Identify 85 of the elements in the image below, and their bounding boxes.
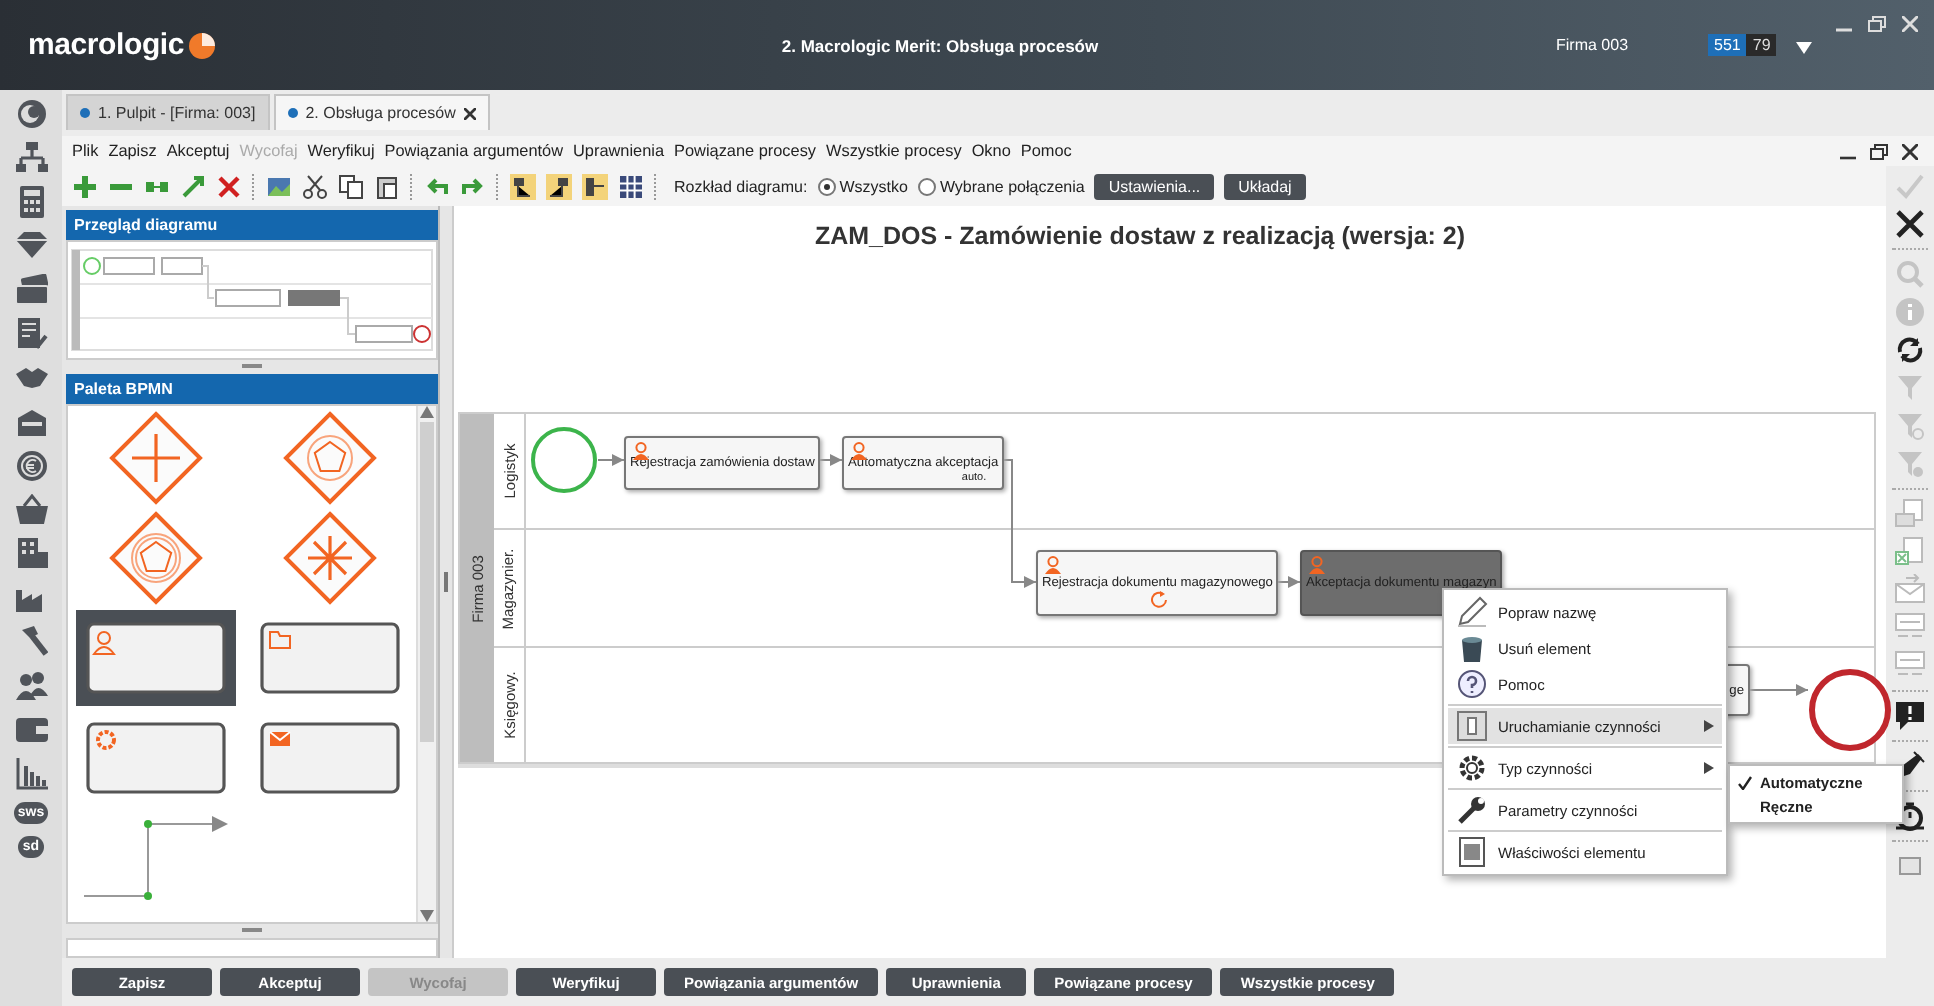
user-icon <box>632 442 650 460</box>
toolbar-button[interactable]: Układaj <box>1224 173 1306 199</box>
scroll-down-icon[interactable] <box>420 910 434 922</box>
comment-icon[interactable] <box>1894 700 1926 732</box>
menu-item[interactable]: Powiązania argumentów <box>384 142 563 160</box>
radio-label[interactable]: Wybrane połączenia <box>939 177 1085 195</box>
gem-icon[interactable] <box>15 230 47 262</box>
building-icon[interactable] <box>15 406 47 438</box>
cut-icon[interactable] <box>302 173 328 199</box>
layout-icon[interactable] <box>510 173 536 199</box>
properties-icon <box>1456 836 1488 868</box>
menu-item[interactable]: Plik <box>72 142 99 160</box>
switch-icon <box>1456 710 1488 742</box>
menu-item[interactable]: Okno <box>971 142 1011 160</box>
connector-arrow[interactable] <box>1749 684 1809 696</box>
counter-badge: 551 <box>1708 34 1747 56</box>
toolbar-button[interactable]: Ustawienia... <box>1094 173 1215 199</box>
org-chart-icon[interactable] <box>15 142 47 174</box>
start-event[interactable] <box>530 426 598 494</box>
restore-icon[interactable] <box>1870 143 1888 159</box>
panel-header: Paleta BPMN <box>66 374 438 404</box>
wallet-icon[interactable] <box>15 714 47 746</box>
connector-arrow[interactable] <box>597 454 625 466</box>
radio-button[interactable] <box>917 177 936 195</box>
stopwatch-icon[interactable] <box>1894 800 1926 832</box>
window-title: 2. Macrologic Merit: Obsługa procesów <box>779 35 1101 55</box>
menu-item[interactable]: Wszystkie procesy <box>826 142 962 160</box>
refresh-icon[interactable] <box>1894 334 1926 366</box>
user-icon <box>850 442 868 460</box>
tab[interactable]: 2. Obsługa procesów <box>273 94 490 130</box>
delete-icon[interactable] <box>216 173 242 199</box>
layout-icon[interactable] <box>582 173 608 199</box>
connector-arrow[interactable] <box>1273 576 1301 588</box>
radio-label[interactable]: Wszystko <box>839 177 908 195</box>
menu-item[interactable]: Powiązane procesy <box>674 142 817 160</box>
redo-icon[interactable] <box>460 173 486 199</box>
undo-icon[interactable] <box>424 173 450 199</box>
coin-icon[interactable] <box>15 450 47 482</box>
diagram-title: ZAM_DOS - Zamówienie dostaw z realizacją (wersja: 2) <box>812 222 1468 250</box>
menu-item[interactable]: Uprawnienia <box>573 142 665 160</box>
menu-item[interactable]: Weryfikuj <box>307 142 375 160</box>
building-grid-icon[interactable] <box>15 538 47 570</box>
calculator-icon[interactable] <box>15 186 47 218</box>
target-icon[interactable] <box>15 98 47 130</box>
restore-icon[interactable] <box>1868 16 1886 32</box>
bar-chart-icon[interactable] <box>15 758 47 790</box>
counter-badge: 79 <box>1746 34 1777 56</box>
radio-button[interactable] <box>817 177 836 195</box>
people-icon[interactable] <box>15 670 47 702</box>
gear-icon <box>1456 752 1488 784</box>
wrench-icon <box>1456 794 1488 826</box>
check-icon[interactable] <box>1894 170 1926 202</box>
menu-item[interactable]: Pomoc <box>1020 142 1072 160</box>
logo-icon <box>188 31 217 59</box>
scrollbar-thumb[interactable] <box>420 422 434 742</box>
layout-label: Rozkład diagramu: <box>674 177 808 195</box>
trash-icon <box>1456 632 1488 664</box>
panel-header: Przegląd diagramu <box>66 210 438 240</box>
submenu-arrow-icon <box>1704 762 1714 774</box>
end-event[interactable] <box>1808 668 1892 752</box>
user-icon <box>1308 556 1326 574</box>
cards-icon[interactable] <box>15 274 47 306</box>
layout-icon[interactable] <box>546 173 572 199</box>
menu-item[interactable]: Akceptuj <box>166 142 230 160</box>
grid-icon[interactable] <box>618 173 644 199</box>
checklist-icon[interactable] <box>15 318 47 350</box>
connector-arrow[interactable] <box>1001 459 1037 588</box>
dropdown-icon[interactable] <box>1796 41 1813 53</box>
close-icon[interactable] <box>1902 143 1918 159</box>
copy-icon[interactable] <box>338 173 364 199</box>
close-icon[interactable] <box>1894 208 1926 240</box>
paste-icon[interactable] <box>374 173 400 199</box>
pencil-icon <box>1456 596 1488 628</box>
close-icon[interactable] <box>463 107 476 119</box>
expand-icon[interactable] <box>180 173 206 199</box>
basket-icon[interactable] <box>15 494 47 526</box>
user-icon <box>1044 556 1062 574</box>
submenu-arrow-icon <box>1704 720 1714 732</box>
add-icon[interactable] <box>72 173 98 199</box>
help-icon <box>1456 668 1488 700</box>
logo-text: macrologic <box>28 28 185 62</box>
company-label: Firma 003 <box>1556 36 1629 54</box>
image-icon[interactable] <box>266 173 292 199</box>
menu-item[interactable]: Zapisz <box>108 142 157 160</box>
tab[interactable]: 1. Pulpit - [Firma: 003] <box>66 94 270 130</box>
